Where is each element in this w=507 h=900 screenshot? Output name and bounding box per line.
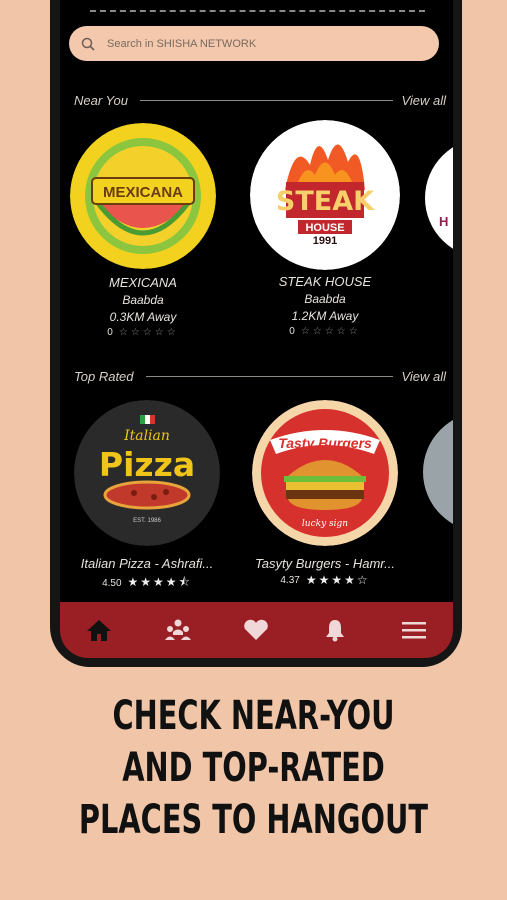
pizza-logo-text3: EST. 1986 bbox=[133, 518, 161, 524]
rating-value: 0 bbox=[107, 327, 113, 338]
top-rated-title: Top Rated bbox=[74, 368, 134, 384]
rating-value: 4.50 bbox=[102, 578, 122, 589]
partial-logo-text: H bbox=[439, 214, 449, 229]
bottom-tab-bar bbox=[60, 602, 453, 658]
restaurant-name: Tasyty Burgers - Hamr... bbox=[255, 556, 395, 571]
pizza-logo-text: Italian bbox=[123, 428, 170, 444]
section-line bbox=[139, 99, 394, 101]
restaurant-card-mexicana[interactable]: MEXICANA MEXICANA Baabda 0.3KM Away 0 ☆☆… bbox=[68, 123, 218, 338]
restaurant-name: MEXICANA bbox=[109, 275, 177, 290]
restaurant-rating: 4.37 ★★★★☆ bbox=[250, 573, 400, 587]
mexicana-logo: MEXICANA bbox=[70, 123, 216, 269]
burger-logo-text: Tasty Burgers bbox=[278, 435, 372, 451]
rating-stars: ★★★★☆ bbox=[305, 573, 370, 587]
steak-logo-text3: 1991 bbox=[313, 235, 337, 247]
pizza-logo-text2: Pizza bbox=[99, 445, 195, 484]
hamburger-menu-icon bbox=[401, 622, 426, 639]
section-line bbox=[145, 375, 394, 377]
restaurant-area: Baabda bbox=[304, 292, 346, 306]
rating-stars: ☆☆☆☆☆ bbox=[118, 327, 179, 338]
restaurant-card-tasty-burgers[interactable]: Tasty Burgers lucky sign Tasyty Burgers … bbox=[250, 400, 400, 587]
tab-favorites[interactable] bbox=[236, 610, 276, 650]
tab-groups[interactable] bbox=[158, 610, 198, 650]
rating-stars: ★★★★⯪ bbox=[127, 575, 192, 589]
mexicana-logo-text: MEXICANA bbox=[103, 184, 183, 201]
rating-value: 4.37 bbox=[280, 574, 300, 586]
restaurant-name: Italian Pizza - Ashrafi... bbox=[80, 556, 214, 571]
restaurant-card-steakhouse[interactable]: STEAK HOUSE 1991 STEAK HOUSE Baabda 1.2K… bbox=[250, 120, 400, 337]
tab-notifications[interactable] bbox=[315, 610, 355, 650]
app-screen: Near You View all MEXICANA MEXICANA Baab… bbox=[60, 0, 453, 658]
restaurant-distance: 0.3KM Away bbox=[109, 310, 177, 324]
promo-caption: CHECK NEAR-YOU AND TOP-RATED PLACES TO H… bbox=[71, 690, 436, 846]
bell-icon bbox=[326, 620, 345, 642]
home-icon bbox=[87, 620, 112, 641]
rating-stars: ☆☆☆☆☆ bbox=[300, 326, 361, 337]
near-you-title: Near You bbox=[74, 92, 128, 108]
restaurant-distance: 1.2KM Away bbox=[291, 309, 359, 323]
restaurant-rating: 0 ☆☆☆☆☆ bbox=[250, 326, 400, 337]
burger-logo-text2: lucky sign bbox=[302, 519, 348, 529]
caption-line-1: CHECK NEAR-YOU bbox=[112, 693, 395, 739]
restaurant-area: Baabda bbox=[122, 293, 164, 307]
restaurant-card-partial-2[interactable] bbox=[423, 412, 453, 532]
italian-pizza-logo: Italian Pizza EST. 1986 bbox=[74, 400, 220, 546]
tab-home[interactable] bbox=[79, 610, 119, 650]
restaurant-card-italian-pizza[interactable]: Italian Pizza EST. 1986 Italian Pizza - … bbox=[72, 400, 222, 594]
groups-icon bbox=[164, 619, 191, 640]
restaurant-rating: 4.50 ★★★★⯪ bbox=[72, 573, 222, 594]
tab-menu[interactable] bbox=[394, 610, 434, 650]
partial-logo-2 bbox=[423, 412, 453, 532]
near-you-view-all[interactable]: View all bbox=[401, 93, 446, 108]
restaurant-rating: 0 ☆☆☆☆☆ bbox=[68, 327, 218, 338]
rating-value: 0 bbox=[289, 326, 295, 337]
caption-line-2: AND TOP-RATED bbox=[122, 745, 385, 791]
partial-logo: H bbox=[425, 138, 453, 258]
search-bar[interactable] bbox=[69, 26, 439, 61]
divider bbox=[90, 10, 425, 12]
restaurant-card-partial[interactable]: H bbox=[425, 138, 453, 258]
caption-line-3: PLACES TO HANGOUT bbox=[78, 797, 429, 843]
steak-logo-text2: HOUSE bbox=[305, 222, 344, 234]
restaurant-name: STEAK HOUSE bbox=[278, 274, 372, 289]
top-rated-view-all[interactable]: View all bbox=[401, 369, 446, 384]
heart-icon bbox=[244, 619, 269, 640]
steakhouse-logo: STEAK HOUSE 1991 bbox=[250, 120, 400, 270]
steak-logo-text: STEAK bbox=[276, 186, 375, 217]
top-rated-header: Top Rated View all bbox=[74, 368, 446, 384]
near-you-header: Near You View all bbox=[74, 92, 446, 108]
tasty-burgers-logo: Tasty Burgers lucky sign bbox=[252, 400, 398, 546]
search-icon bbox=[81, 37, 95, 51]
search-input[interactable] bbox=[105, 36, 409, 51]
